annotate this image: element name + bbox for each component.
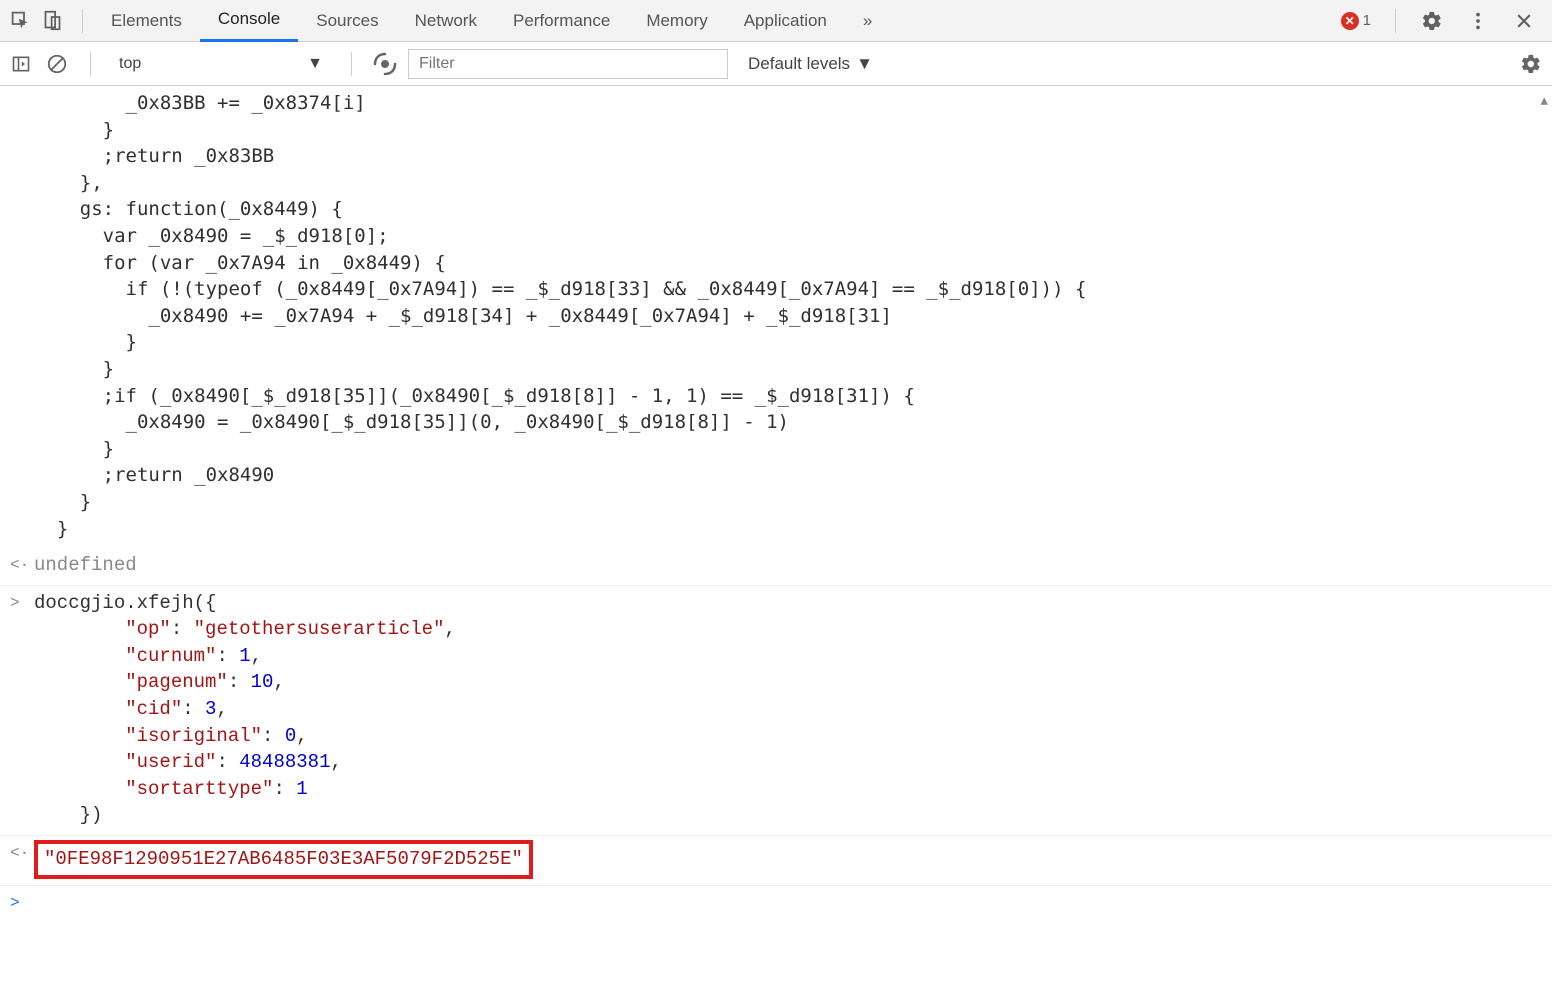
separator (1395, 9, 1396, 33)
separator (90, 52, 91, 76)
console-input-call: > doccgjio.xfejh({ "op": "getothersusera… (0, 586, 1552, 836)
tab-console[interactable]: Console (200, 0, 298, 42)
separator (351, 52, 352, 76)
clear-console-icon[interactable] (44, 51, 70, 77)
separator (82, 9, 83, 33)
error-count: 1 (1363, 12, 1371, 29)
tab-elements[interactable]: Elements (93, 0, 200, 42)
tab-bar: Elements Console Sources Network Perform… (93, 0, 1341, 42)
call-expression: doccgjio.xfejh({ "op": "getothersuserart… (34, 590, 1544, 829)
prompt-arrow-icon: > (10, 892, 20, 914)
filter-input[interactable] (408, 49, 728, 79)
code-text: _0x83BB += _0x8374[i] } ;return _0x83BB … (34, 90, 1544, 542)
levels-label: Default levels (748, 54, 850, 74)
toggle-device-icon[interactable] (40, 9, 64, 33)
log-levels-select[interactable]: Default levels ▼ (738, 50, 883, 78)
result-value: "0FE98F1290951E27AB6485F03E3AF5079F2D525… (44, 848, 523, 870)
kebab-menu-icon[interactable] (1466, 9, 1490, 33)
chevron-down-icon: ▼ (856, 54, 873, 74)
chevron-down-icon: ▼ (307, 55, 323, 73)
tab-network[interactable]: Network (397, 0, 495, 42)
close-icon[interactable] (1512, 9, 1536, 33)
console-code-fragment: _0x83BB += _0x8374[i] } ;return _0x83BB … (0, 86, 1552, 548)
more-tabs-button[interactable]: » (845, 0, 890, 42)
toolbar-right: ✕ 1 (1341, 9, 1544, 33)
result-arrow-icon: <· (10, 842, 29, 864)
console-result-string: <· "0FE98F1290951E27AB6485F03E3AF5079F2D… (0, 836, 1552, 886)
toggle-sidebar-icon[interactable] (8, 51, 34, 77)
result-highlight-box: "0FE98F1290951E27AB6485F03E3AF5079F2D525… (34, 840, 533, 879)
live-expression-icon[interactable] (372, 51, 398, 77)
console-settings-icon[interactable] (1518, 51, 1544, 77)
error-badge[interactable]: ✕ 1 (1341, 12, 1371, 30)
context-label: top (119, 55, 141, 73)
devtools-tabbar: Elements Console Sources Network Perform… (0, 0, 1552, 42)
result-arrow-icon: <· (10, 554, 29, 576)
tab-application[interactable]: Application (726, 0, 845, 42)
tab-memory[interactable]: Memory (628, 0, 725, 42)
console-messages[interactable]: ▴ _0x83BB += _0x8374[i] } ;return _0x83B… (0, 86, 1552, 994)
inspect-element-icon[interactable] (8, 9, 32, 33)
undefined-value: undefined (34, 554, 137, 576)
console-result-undefined: <· undefined (0, 548, 1552, 586)
tab-performance[interactable]: Performance (495, 0, 628, 42)
console-toolbar: top ▼ Default levels ▼ (0, 42, 1552, 86)
console-prompt[interactable]: > (0, 886, 1552, 898)
input-arrow-icon: > (10, 592, 20, 614)
settings-icon[interactable] (1420, 9, 1444, 33)
tab-sources[interactable]: Sources (298, 0, 396, 42)
execution-context-select[interactable]: top ▼ (111, 51, 331, 77)
error-icon: ✕ (1341, 12, 1359, 30)
